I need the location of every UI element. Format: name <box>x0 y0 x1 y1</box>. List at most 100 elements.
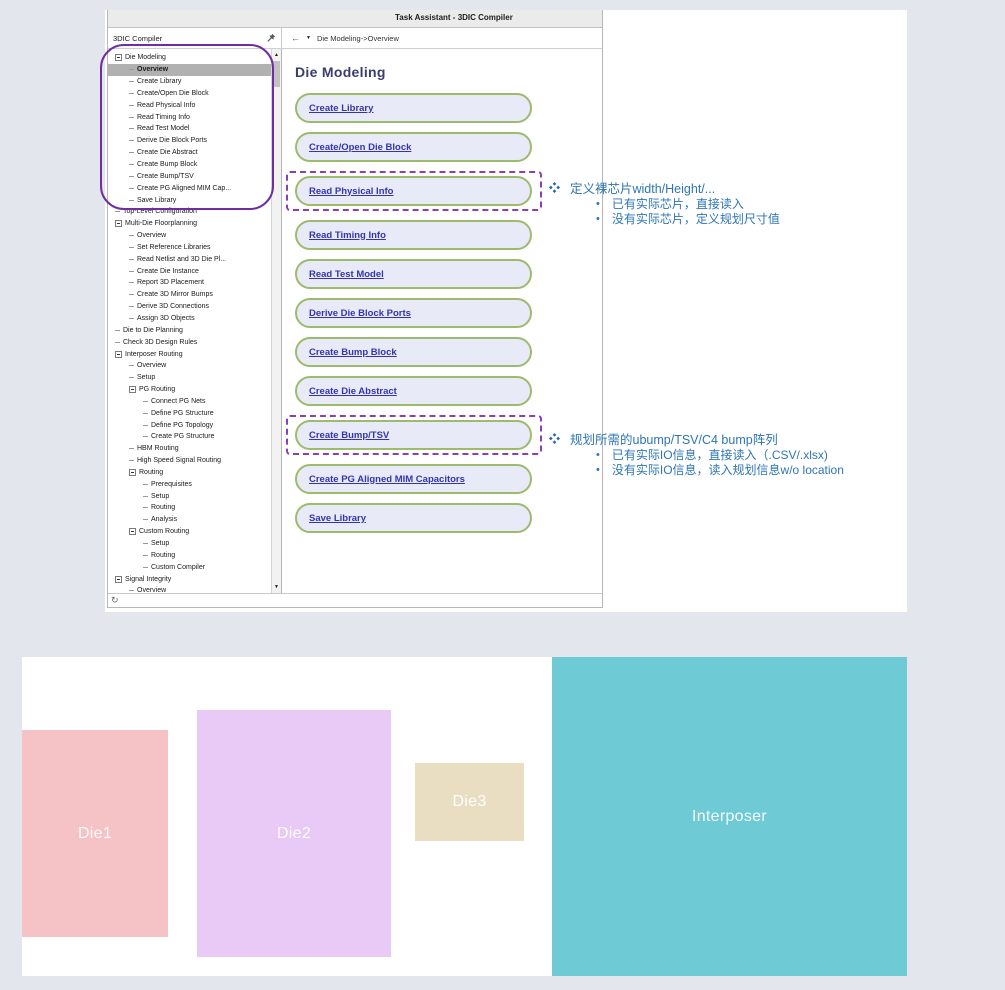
tree-item-create-die-abstract[interactable]: Create Die Abstract <box>108 147 271 159</box>
tree-item-label: Derive 3D Connections <box>137 303 209 310</box>
tree-item-routing[interactable]: Routing <box>108 467 271 479</box>
tree-item-define-pg-structure[interactable]: Define PG Structure <box>108 407 271 419</box>
task-button-create-pg-aligned-mim-capacitors[interactable]: Create PG Aligned MIM Capacitors <box>295 464 532 494</box>
task-button-create-open-die-block[interactable]: Create/Open Die Block <box>295 132 532 162</box>
task-button-create-library[interactable]: Create Library <box>295 93 532 123</box>
tree-item-create-3d-mirror-bumps[interactable]: Create 3D Mirror Bumps <box>108 289 271 301</box>
tree-item-die-modeling[interactable]: Die Modeling <box>108 52 271 64</box>
tree-item-setup[interactable]: Setup <box>108 538 271 550</box>
task-button-read-timing-info[interactable]: Read Timing Info <box>295 220 532 250</box>
tree-item-create-open-die-block[interactable]: Create/Open Die Block <box>108 88 271 100</box>
tree-collapse-icon[interactable] <box>129 528 136 535</box>
tree-item-signal-integrity[interactable]: Signal Integrity <box>108 573 271 585</box>
tree-scrollbar[interactable]: ▲ ▼ <box>271 49 281 593</box>
tree-item-setup[interactable]: Setup <box>108 372 271 384</box>
note-bullet-item: •没有实际IO信息，读入规划信息w/o location <box>549 463 844 478</box>
task-button-create-bump-tsv[interactable]: Create Bump/TSV <box>295 420 532 450</box>
tree-item-derive-die-block-ports[interactable]: Derive Die Block Ports <box>108 135 271 147</box>
tree-collapse-icon[interactable] <box>115 54 122 61</box>
tree-item-create-bump-tsv[interactable]: Create Bump/TSV <box>108 170 271 182</box>
tree-item-label: Define PG Structure <box>151 410 214 417</box>
tree-item-label: Setup <box>137 374 155 381</box>
tree-item-custom-compiler[interactable]: Custom Compiler <box>108 561 271 573</box>
task-button-wrap: Save Library <box>295 503 532 533</box>
task-button-wrap: Create/Open Die Block <box>295 132 532 162</box>
tree-item-overview[interactable]: Overview <box>108 230 271 242</box>
tree-item-report-3d-placement[interactable]: Report 3D Placement <box>108 277 271 289</box>
tree-item-label: Create/Open Die Block <box>137 90 209 97</box>
task-button-wrap: Derive Die Block Ports <box>295 298 532 328</box>
tree-item-analysis[interactable]: Analysis <box>108 514 271 526</box>
task-button-save-library[interactable]: Save Library <box>295 503 532 533</box>
tree-item-overview[interactable]: Overview <box>108 360 271 372</box>
tree-item-create-pg-aligned-mim-cap[interactable]: Create PG Aligned MIM Cap... <box>108 182 271 194</box>
tree-item-assign-3d-objects[interactable]: Assign 3D Objects <box>108 313 271 325</box>
tree-item-overview[interactable]: Overview <box>108 585 271 593</box>
note-title: 定义裸芯片width/Height/... <box>570 178 715 197</box>
tree-item-derive-3d-connections[interactable]: Derive 3D Connections <box>108 301 271 313</box>
tree-item-pg-routing[interactable]: PG Routing <box>108 384 271 396</box>
tree-item-multi-die-floorplanning[interactable]: Multi-Die Floorplanning <box>108 218 271 230</box>
refresh-icon[interactable]: ↻ <box>111 596 119 605</box>
scrollbar-thumb[interactable] <box>273 61 280 87</box>
tree-item-create-die-instance[interactable]: Create Die Instance <box>108 265 271 277</box>
tree-item-check-3d-design-rules[interactable]: Check 3D Design Rules <box>108 336 271 348</box>
tree-item-die-to-die-planning[interactable]: Die to Die Planning <box>108 324 271 336</box>
tree-item-routing[interactable]: Routing <box>108 502 271 514</box>
scroll-up-icon[interactable]: ▲ <box>272 50 281 60</box>
tree-item-label: Create Bump/TSV <box>137 173 194 180</box>
tree-connector <box>143 555 148 556</box>
tree-item-overview[interactable]: Overview <box>108 64 271 76</box>
diagram-block-label: Die3 <box>452 793 486 811</box>
tree-item-read-physical-info[interactable]: Read Physical Info <box>108 99 271 111</box>
tree-item-read-test-model[interactable]: Read Test Model <box>108 123 271 135</box>
tree-item-create-bump-block[interactable]: Create Bump Block <box>108 159 271 171</box>
tree-item-connect-pg-nets[interactable]: Connect PG Nets <box>108 395 271 407</box>
tree-item-label: Create PG Aligned MIM Cap... <box>137 185 231 192</box>
tree-item-label: HBM Routing <box>137 445 179 452</box>
tree-connector <box>129 200 134 201</box>
task-button-derive-die-block-ports[interactable]: Derive Die Block Ports <box>295 298 532 328</box>
tree-item-hbm-routing[interactable]: HBM Routing <box>108 443 271 455</box>
tree-item-create-library[interactable]: Create Library <box>108 76 271 88</box>
tree-item-save-library[interactable]: Save Library <box>108 194 271 206</box>
chevron-down-icon[interactable]: ▼ <box>306 35 311 41</box>
tree-item-label: Report 3D Placement <box>137 279 204 286</box>
tree-item-label: Setup <box>151 493 169 500</box>
window-toolbar: 3DIC Compiler ← ▼ Die Modeling->Overview <box>108 28 602 49</box>
tree-item-high-speed-signal-routing[interactable]: High Speed Signal Routing <box>108 455 271 467</box>
tree-item-read-netlist-and-3d-die-pl[interactable]: Read Netlist and 3D Die Pl... <box>108 253 271 265</box>
tree-collapse-icon[interactable] <box>129 386 136 393</box>
tree-connector <box>129 460 134 461</box>
task-button-create-bump-block[interactable]: Create Bump Block <box>295 337 532 367</box>
tree-item-label: Create 3D Mirror Bumps <box>137 291 213 298</box>
task-button-label: Create Bump/TSV <box>309 430 389 441</box>
task-button-read-physical-info[interactable]: Read Physical Info <box>295 176 532 206</box>
diagram-block-label: Interposer <box>692 808 767 826</box>
scroll-down-icon[interactable]: ▼ <box>272 582 281 592</box>
diagram-block-die1: Die1 <box>22 730 168 937</box>
tree-item-label: High Speed Signal Routing <box>137 457 221 464</box>
tree-item-create-pg-structure[interactable]: Create PG Structure <box>108 431 271 443</box>
tree-item-label: Save Library <box>137 197 176 204</box>
tree-collapse-icon[interactable] <box>115 220 122 227</box>
pin-icon[interactable] <box>266 33 276 43</box>
tree-collapse-icon[interactable] <box>115 351 122 358</box>
tree-item-interposer-routing[interactable]: Interposer Routing <box>108 348 271 360</box>
tree-item-label: Read Timing Info <box>137 114 190 121</box>
back-arrow-icon[interactable]: ← <box>291 34 300 43</box>
tree-item-routing[interactable]: Routing <box>108 549 271 561</box>
tree-item-prerequisites[interactable]: Prerequisites <box>108 478 271 490</box>
tree-item-define-pg-topology[interactable]: Define PG Topology <box>108 419 271 431</box>
tree-collapse-icon[interactable] <box>129 469 136 476</box>
tree-item-top-level-configuration[interactable]: Top-Level Configuration <box>108 206 271 218</box>
task-button-create-die-abstract[interactable]: Create Die Abstract <box>295 376 532 406</box>
task-button-read-test-model[interactable]: Read Test Model <box>295 259 532 289</box>
tree-item-set-reference-libraries[interactable]: Set Reference Libraries <box>108 242 271 254</box>
tree-item-custom-routing[interactable]: Custom Routing <box>108 526 271 538</box>
tree-item-setup[interactable]: Setup <box>108 490 271 502</box>
tree-item-label: Prerequisites <box>151 481 192 488</box>
tree-item-label: Read Netlist and 3D Die Pl... <box>137 256 226 263</box>
tree-item-read-timing-info[interactable]: Read Timing Info <box>108 111 271 123</box>
tree-collapse-icon[interactable] <box>115 576 122 583</box>
